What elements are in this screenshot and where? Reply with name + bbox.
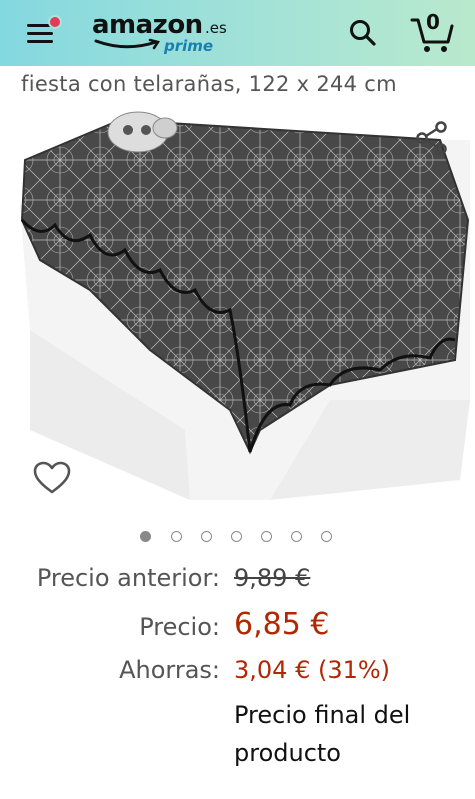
product-title: fiesta con telarañas, 122 x 244 cm [21, 72, 397, 96]
carousel-dot-7[interactable] [321, 531, 332, 542]
wishlist-button[interactable] [32, 460, 72, 496]
carousel-dot-3[interactable] [201, 531, 212, 542]
product-image[interactable] [0, 100, 475, 520]
image-carousel-indicator [140, 531, 340, 547]
savings-value: 3,04 € (31%) [234, 656, 391, 684]
carousel-dot-6[interactable] [291, 531, 302, 542]
menu-button[interactable] [27, 15, 62, 44]
logo-suffix: .es [205, 19, 227, 37]
search-button[interactable] [348, 18, 378, 48]
logo-smile-icon [94, 38, 161, 50]
carousel-dot-5[interactable] [261, 531, 272, 542]
share-icon [416, 121, 447, 155]
previous-price-value: 9,89 € [234, 564, 311, 592]
final-price-note-line1: Precio final del [234, 701, 411, 729]
logo-prime: prime [164, 37, 214, 55]
cart-count: 0 [426, 10, 440, 34]
price-label: Precio: [139, 613, 220, 641]
tablecloth-image [20, 111, 470, 500]
amazon-prime-logo[interactable]: amazon .es prime [92, 10, 232, 58]
carousel-dot-1[interactable] [140, 531, 151, 542]
carousel-dot-4[interactable] [231, 531, 242, 542]
final-price-note-line2: producto [234, 739, 341, 767]
search-icon [350, 20, 376, 46]
cart-button[interactable]: 0 [408, 10, 458, 54]
price-value: 6,85 € [234, 607, 330, 642]
top-header: amazon .es prime 0 [0, 0, 475, 66]
menu-line [27, 32, 53, 35]
carousel-dot-2[interactable] [171, 531, 182, 542]
savings-label: Ahorras: [119, 656, 220, 684]
share-button[interactable] [414, 120, 450, 156]
heart-icon [33, 461, 71, 494]
menu-line [27, 40, 53, 43]
notification-dot [48, 15, 62, 29]
logo-word: amazon [92, 10, 203, 40]
previous-price-label: Precio anterior: [36, 564, 220, 592]
